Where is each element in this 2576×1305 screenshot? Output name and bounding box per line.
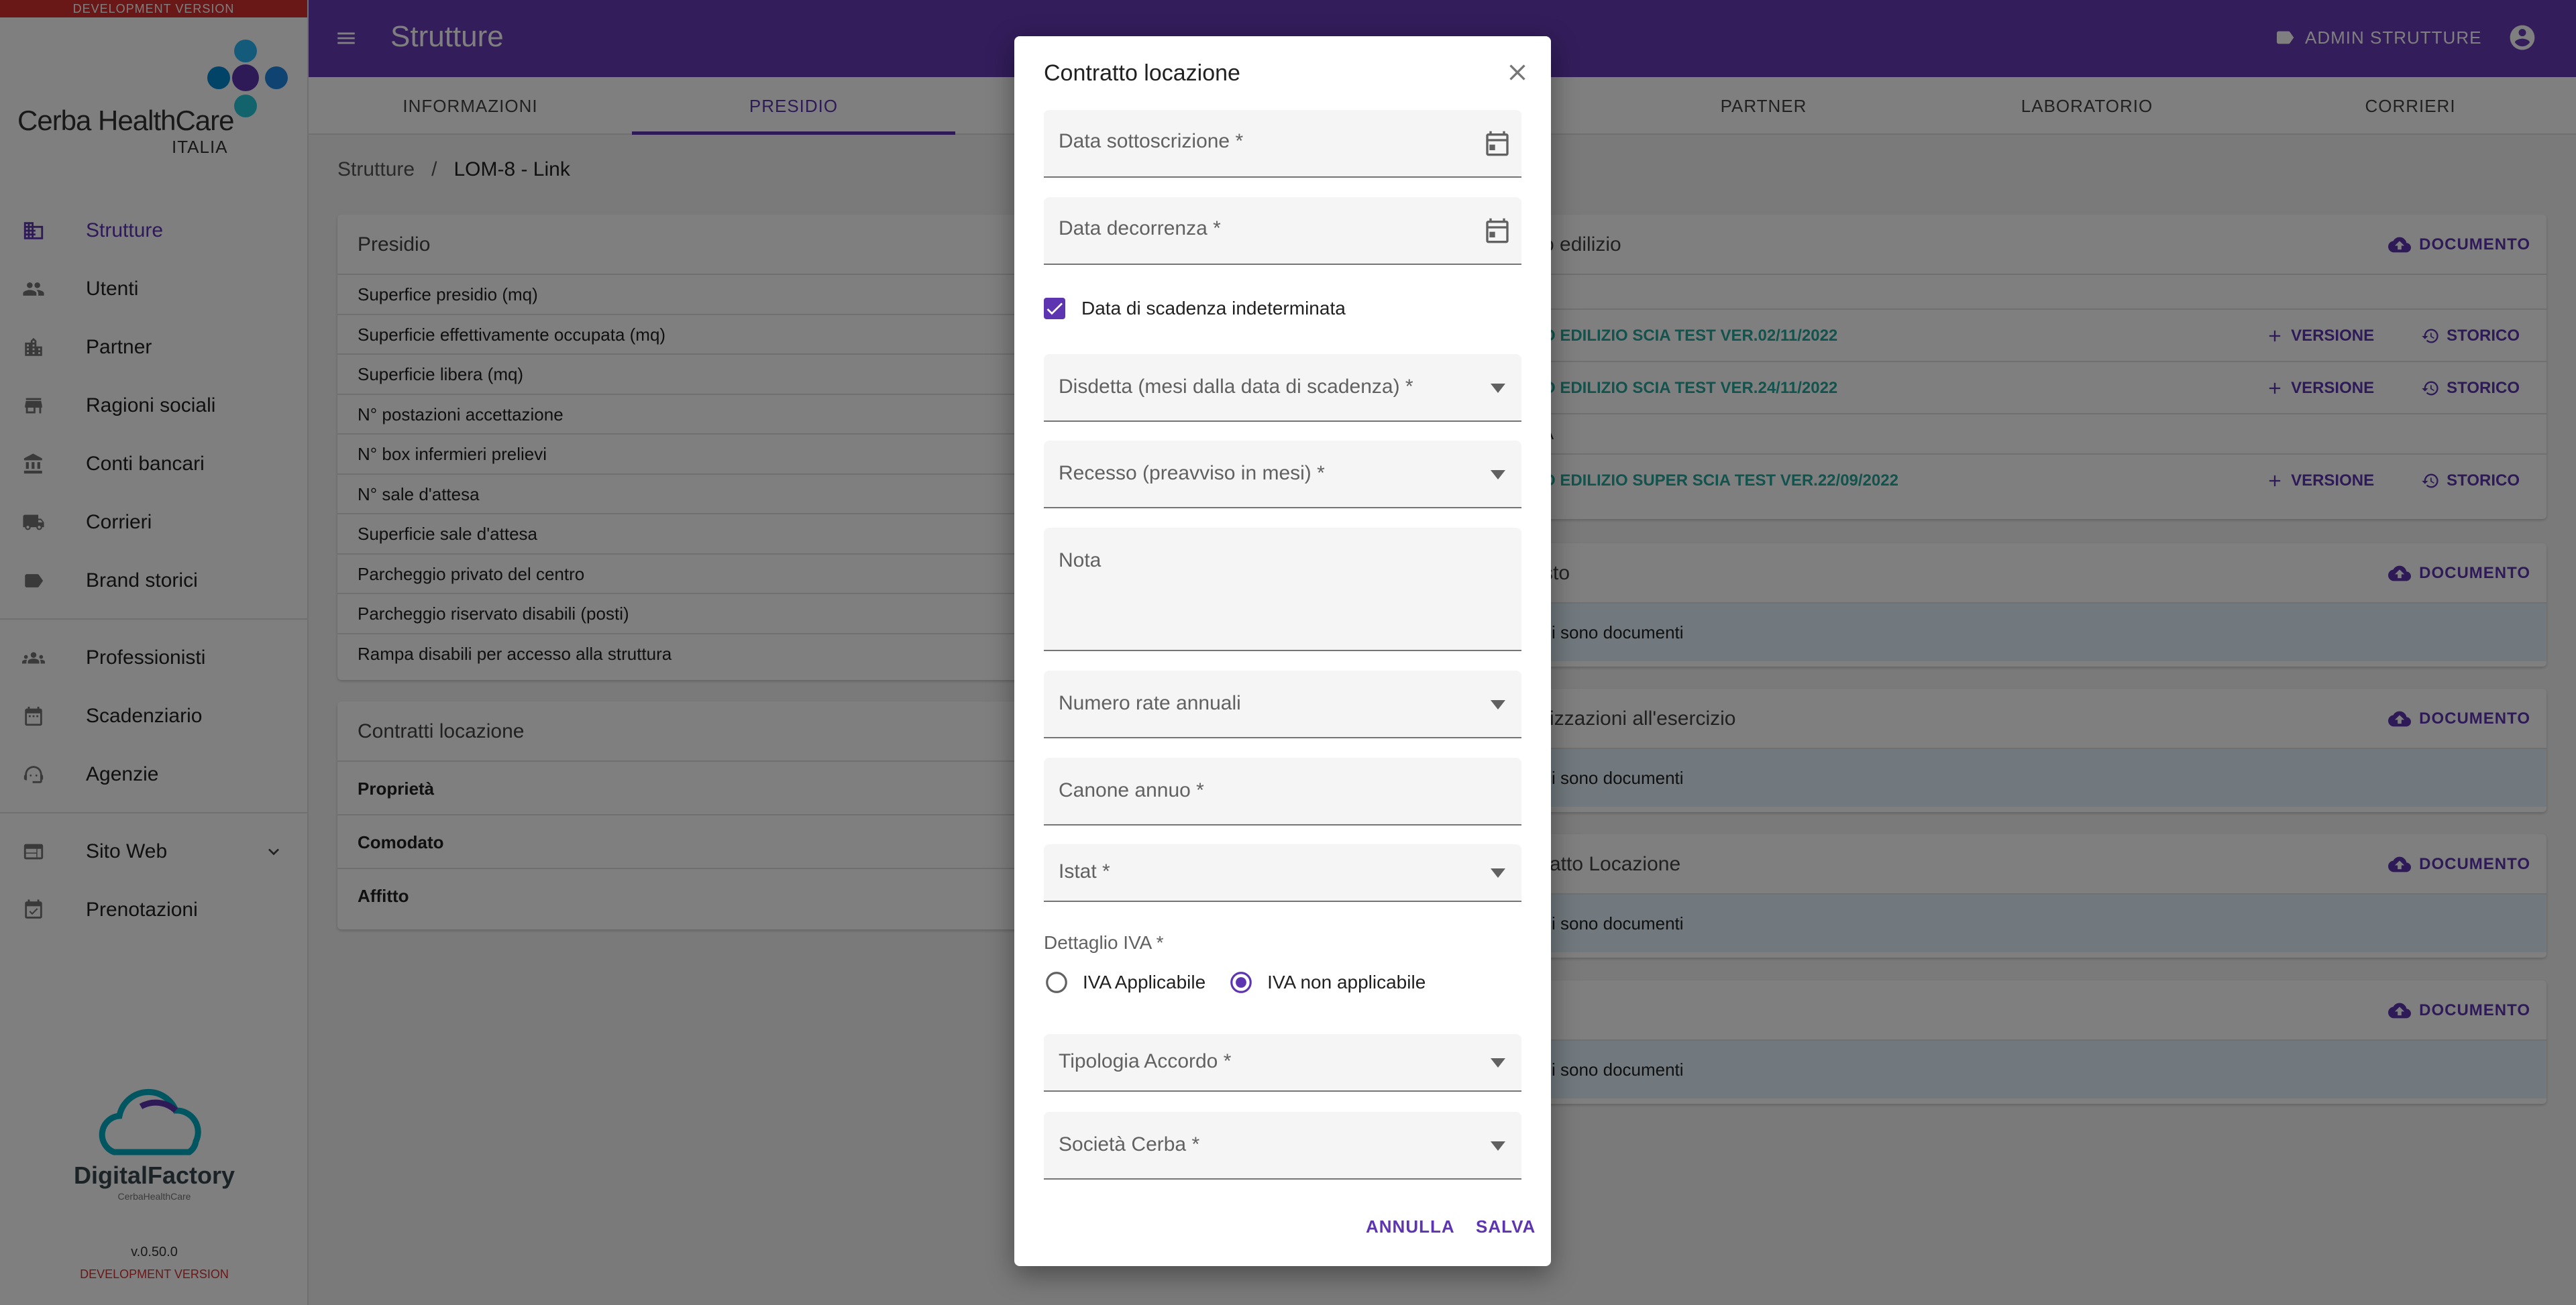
scadenza-indeterminata-checkbox[interactable]: Data di scadenza indeterminata (1044, 298, 1346, 319)
dialog-title: Contratto locazione (1044, 60, 1240, 86)
field-label: Tipologia Accordo * (1059, 1050, 1232, 1072)
contratto-dialog: Contratto locazione Data sottoscrizione … (1014, 36, 1551, 1266)
calendar-icon[interactable] (1484, 217, 1511, 244)
radio-label: IVA non applicabile (1267, 972, 1426, 992)
dropdown-caret-icon (1491, 1058, 1505, 1068)
field-label: Istat * (1059, 860, 1110, 883)
dropdown-caret-icon (1491, 470, 1505, 479)
tipologia-accordo-select[interactable]: Tipologia Accordo * (1044, 1034, 1521, 1092)
iva-applicabile-radio[interactable]: IVA Applicabile (1044, 970, 1205, 995)
field-label: Numero rate annuali (1059, 692, 1241, 714)
field-label: Data sottoscrizione * (1059, 130, 1244, 152)
disdetta-select[interactable]: Disdetta (mesi dalla data di scadenza) * (1044, 354, 1521, 422)
istat-select[interactable]: Istat * (1044, 844, 1521, 902)
field-label: Nota (1059, 549, 1102, 571)
cancel-button[interactable]: ANNULLA (1366, 1216, 1455, 1237)
iva-label: Dettaglio IVA * (1044, 932, 1164, 953)
canone-annuo-input[interactable]: Canone annuo * (1044, 758, 1521, 826)
dropdown-caret-icon (1491, 384, 1505, 393)
data-sottoscrizione-field[interactable]: Data sottoscrizione * (1044, 110, 1521, 178)
save-button[interactable]: SALVA (1476, 1216, 1536, 1237)
field-label: Società Cerba * (1059, 1133, 1200, 1155)
dropdown-caret-icon (1491, 1141, 1505, 1151)
numero-rate-select[interactable]: Numero rate annuali (1044, 671, 1521, 738)
close-icon[interactable] (1504, 59, 1531, 86)
radio-checked-icon[interactable] (1228, 970, 1254, 995)
field-label: Data decorrenza * (1059, 217, 1221, 239)
dropdown-caret-icon (1491, 700, 1505, 710)
data-decorrenza-field[interactable]: Data decorrenza * (1044, 197, 1521, 265)
societa-cerba-select[interactable]: Società Cerba * (1044, 1112, 1521, 1180)
dropdown-caret-icon (1491, 868, 1505, 878)
calendar-icon[interactable] (1484, 130, 1511, 157)
iva-non-applicabile-radio[interactable]: IVA non applicabile (1228, 970, 1426, 995)
checkbox-checked[interactable] (1044, 298, 1065, 319)
field-label: Recesso (preavviso in mesi) * (1059, 462, 1325, 484)
checkbox-label: Data di scadenza indeterminata (1081, 298, 1346, 319)
field-label: Disdetta (mesi dalla data di scadenza) * (1059, 376, 1413, 398)
radio-unchecked-icon[interactable] (1044, 970, 1069, 995)
recesso-select[interactable]: Recesso (preavviso in mesi) * (1044, 441, 1521, 508)
iva-radio-group: IVA Applicabile IVA non applicabile (1044, 970, 1448, 995)
nota-textarea[interactable]: Nota (1044, 528, 1521, 651)
field-label: Canone annuo * (1059, 779, 1204, 801)
radio-label: IVA Applicabile (1083, 972, 1206, 992)
check-icon (1046, 302, 1063, 315)
